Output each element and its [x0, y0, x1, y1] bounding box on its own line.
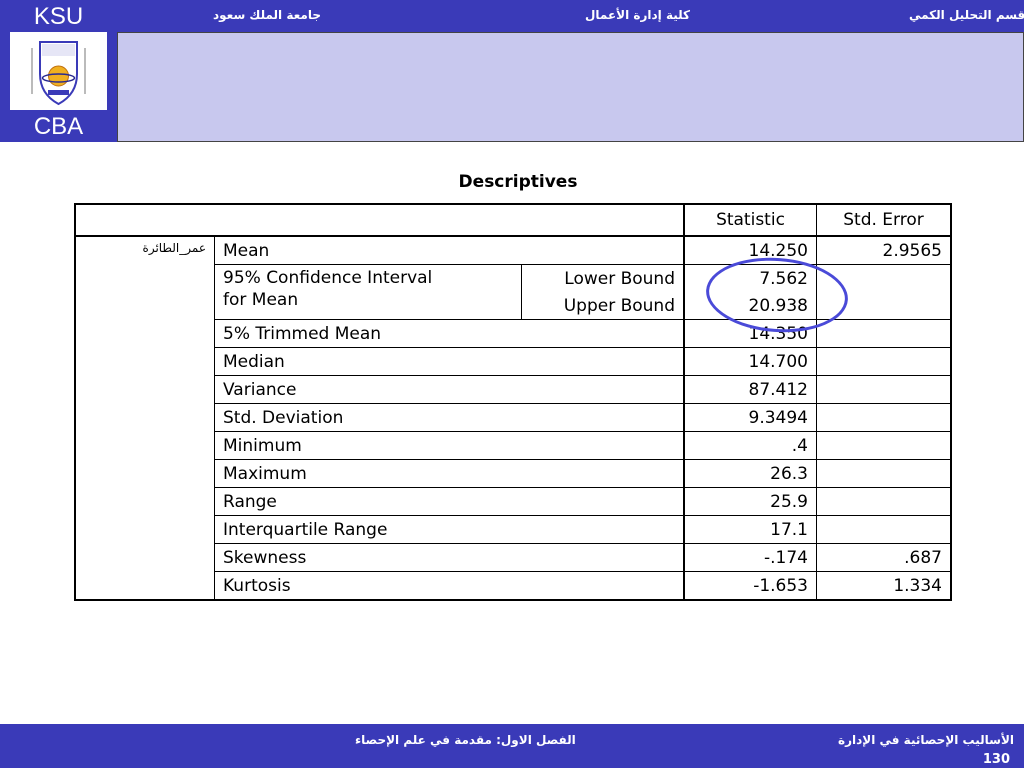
- row-label: Skewness: [214, 543, 685, 572]
- header-bar: جامعة الملك سعود كلية إدارة الأعمال قسم …: [117, 0, 1024, 32]
- college-emblem-icon: [31, 41, 86, 106]
- col-statistic-header: Statistic: [683, 203, 817, 237]
- table-title: Descriptives: [458, 172, 578, 192]
- stat-value: 26.3: [683, 459, 817, 488]
- err-value: [816, 347, 952, 376]
- stat-value: 9.3494: [683, 403, 817, 432]
- stat-value: 14.700: [683, 347, 817, 376]
- row-sublabel: Upper Bound: [521, 292, 685, 320]
- table-row: عمر_الطائرة Mean 14.250 2.9565: [74, 235, 952, 601]
- footer-chapter: الفصل الاول: مقدمة في علم الإحصاء: [355, 733, 576, 747]
- footer-course: الأساليب الإحصائية في الإدارة: [838, 733, 1015, 747]
- stat-value: 87.412: [683, 375, 817, 404]
- row-label: Std. Deviation: [214, 403, 685, 432]
- err-value: [816, 375, 952, 404]
- err-value: [816, 319, 952, 348]
- stat-value: -1.653: [683, 571, 817, 601]
- err-value: [816, 431, 952, 460]
- stat-value: .4: [683, 431, 817, 460]
- table-header-row: Statistic Std. Error: [74, 203, 952, 237]
- ci-label: 95% Confidence Interval for Mean: [214, 264, 522, 320]
- err-value: [816, 403, 952, 432]
- stat-value: -.174: [683, 543, 817, 572]
- logo-bottom-text: CBA: [33, 113, 84, 140]
- header-university: جامعة الملك سعود: [213, 8, 321, 22]
- variable-name: عمر_الطائرة: [74, 235, 215, 601]
- header-college: كلية إدارة الأعمال: [585, 8, 690, 22]
- row-label: Interquartile Range: [214, 515, 685, 544]
- row-label: Mean: [214, 235, 685, 265]
- col-std-error-header: Std. Error: [816, 203, 952, 237]
- stat-value: 17.1: [683, 515, 817, 544]
- stat-value: 25.9: [683, 487, 817, 516]
- logo-top-text: KSU: [33, 3, 84, 30]
- err-value: [816, 459, 952, 488]
- row-label: Median: [214, 347, 685, 376]
- row-label: Kurtosis: [214, 571, 685, 601]
- ci-label-line1: 95% Confidence Interval: [223, 268, 433, 288]
- err-value: [816, 515, 952, 544]
- header-panel: [117, 32, 1024, 142]
- page-number: 130: [982, 752, 1010, 767]
- err-value: 2.9565: [816, 235, 952, 265]
- header-department: قسم التحليل الكمي: [909, 8, 1024, 22]
- err-value: [816, 487, 952, 516]
- header-empty-cell: [74, 203, 685, 237]
- row-label: Maximum: [214, 459, 685, 488]
- err-value: 1.334: [816, 571, 952, 601]
- row-sublabel: Lower Bound: [521, 264, 685, 292]
- err-value: .687: [816, 543, 952, 572]
- descriptives-table: Statistic Std. Error عمر_الطائرة Mean 14…: [74, 203, 952, 601]
- logo-block: KSU CBA: [0, 0, 117, 142]
- row-label: Variance: [214, 375, 685, 404]
- ci-label-line2: for Mean: [223, 290, 299, 310]
- row-label: Minimum: [214, 431, 685, 460]
- row-label: Range: [214, 487, 685, 516]
- row-label: 5% Trimmed Mean: [214, 319, 685, 348]
